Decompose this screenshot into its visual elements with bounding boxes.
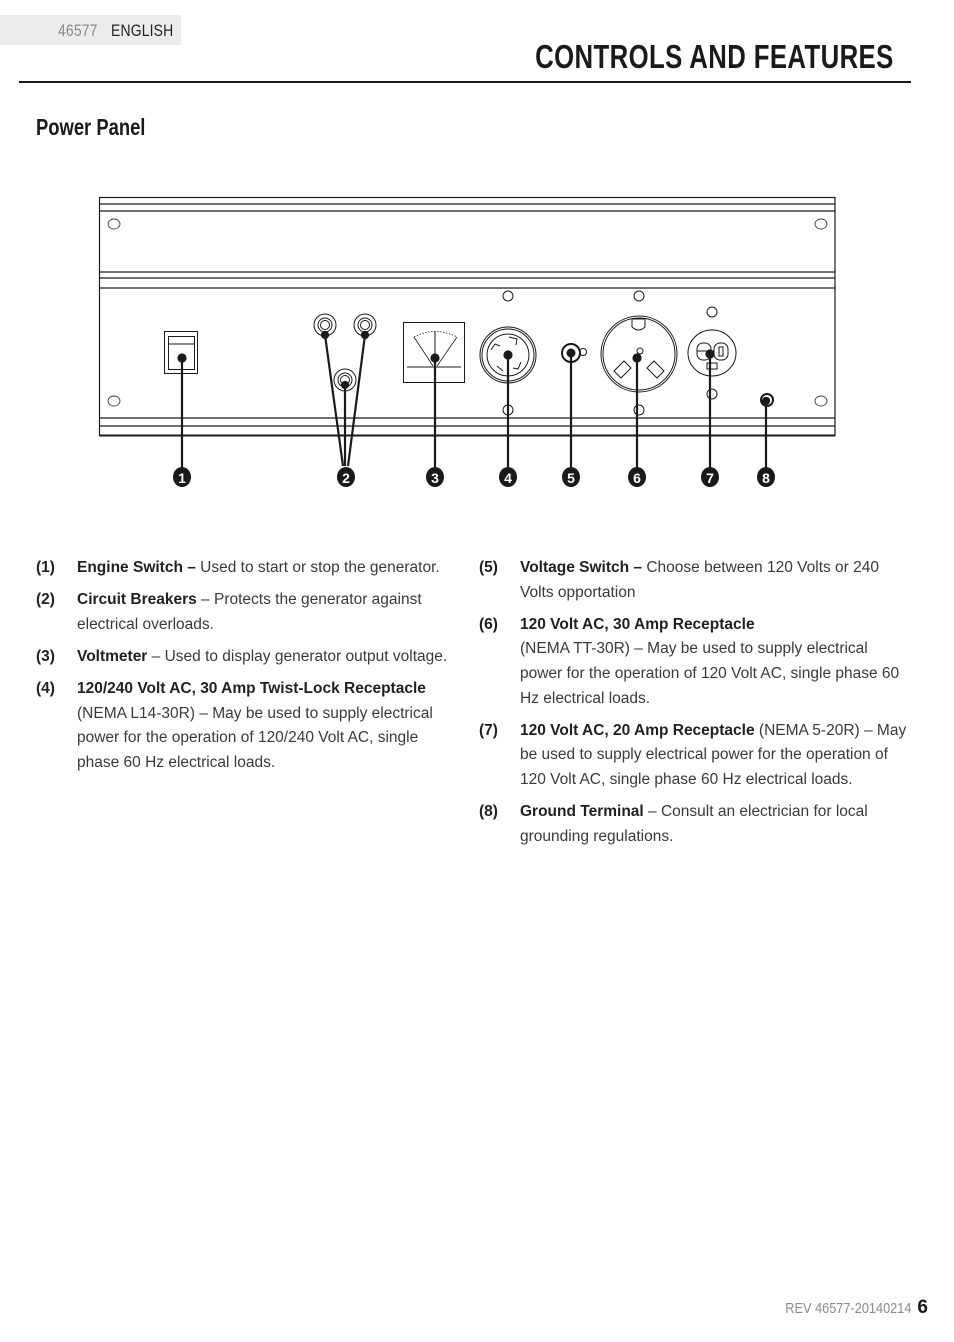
svg-text:4: 4 <box>504 470 512 486</box>
svg-text:6: 6 <box>633 470 641 486</box>
feature-number: (3) <box>36 647 55 665</box>
svg-text:2: 2 <box>342 470 350 486</box>
mounting-hole-icon <box>814 218 828 230</box>
callout-5: 5 <box>562 467 580 487</box>
screw-icon <box>633 404 645 416</box>
feature-item: (1) Engine Switch – Used to start or sto… <box>36 556 456 581</box>
callout-2: 2 <box>337 467 355 487</box>
feature-number: (6) <box>479 615 498 633</box>
feature-item: (3) Voltmeter – Used to display generato… <box>36 645 456 670</box>
svg-text:7: 7 <box>706 470 714 486</box>
mounting-hole-icon <box>107 395 121 407</box>
callout-4: 4 <box>499 467 517 487</box>
feature-number: (5) <box>479 559 498 576</box>
svg-text:1: 1 <box>178 470 186 486</box>
revision-label: REV 46577-20140214 <box>784 1300 911 1317</box>
feature-item: (6) 120 Volt AC, 30 Amp Receptacle (NEMA … <box>479 613 909 711</box>
svg-text:3: 3 <box>431 470 439 486</box>
svg-text:5: 5 <box>567 470 575 486</box>
mounting-hole-icon <box>107 218 121 230</box>
feature-name: Circuit Breakers <box>77 591 197 609</box>
screw-icon <box>706 306 718 318</box>
feature-number: (2) <box>36 591 55 609</box>
feature-item: (7) 120 Volt AC, 20 Amp Receptacle (NEMA… <box>479 719 909 793</box>
features-list-right: (5) Voltage Switch – Choose between 120 … <box>479 556 909 857</box>
callouts: 1 2 3 4 5 6 7 8 <box>173 467 775 487</box>
feature-name: Engine Switch – <box>77 559 196 576</box>
feature-name: Voltage Switch – <box>520 559 643 576</box>
callout-3: 3 <box>426 467 444 487</box>
callout-6: 6 <box>628 467 646 487</box>
feature-item: (2) Circuit Breakers – Protects the gene… <box>36 588 456 637</box>
feature-number: (4) <box>36 680 55 698</box>
feature-name: 120 Volt AC, 30 Amp Receptacle <box>520 615 755 633</box>
mounting-holes <box>107 218 828 407</box>
feature-description: (NEMA L14-30R) – May be used to supply e… <box>77 704 433 771</box>
feature-description: (NEMA TT-30R) – May be used to supply el… <box>520 640 900 707</box>
feature-description: – Used to display generator output volta… <box>147 647 448 665</box>
callout-7: 7 <box>701 467 719 487</box>
callout-1: 1 <box>173 467 191 487</box>
callout-8: 8 <box>757 467 775 487</box>
feature-name: Ground Terminal <box>520 803 644 821</box>
feature-item: (4) 120/240 Volt AC, 30 Amp Twist-Lock R… <box>36 677 456 775</box>
page-footer: REV 46577-20140214 6 <box>763 1297 928 1319</box>
leader-lines <box>177 330 771 468</box>
feature-description: Used to start or stop the generator. <box>195 559 440 576</box>
feature-name: 120 Volt AC, 20 Amp Receptacle <box>520 721 755 739</box>
svg-text:8: 8 <box>762 470 770 486</box>
page-number: 6 <box>917 1297 928 1318</box>
feature-item: (5) Voltage Switch – Choose between 120 … <box>479 556 909 605</box>
panel-frame <box>98 196 836 437</box>
feature-name: Voltmeter <box>77 647 148 665</box>
feature-name: 120/240 Volt AC, 30 Amp Twist-Lock Recep… <box>77 680 426 698</box>
feature-item: (8) Ground Terminal – Consult an electri… <box>479 800 909 849</box>
features-list-left: (1) Engine Switch – Used to start or sto… <box>36 556 456 783</box>
screw-icon <box>633 290 645 302</box>
mounting-hole-icon <box>814 395 828 407</box>
feature-number: (8) <box>479 803 498 821</box>
feature-number: (7) <box>479 721 498 739</box>
tt30-receptacle-icon <box>600 290 678 416</box>
power-panel-diagram: 1 2 3 4 5 6 7 8 <box>98 196 836 487</box>
feature-number: (1) <box>36 559 55 576</box>
circuit-breakers <box>313 313 377 392</box>
screw-icon <box>502 290 514 302</box>
screw-icon <box>706 388 718 400</box>
